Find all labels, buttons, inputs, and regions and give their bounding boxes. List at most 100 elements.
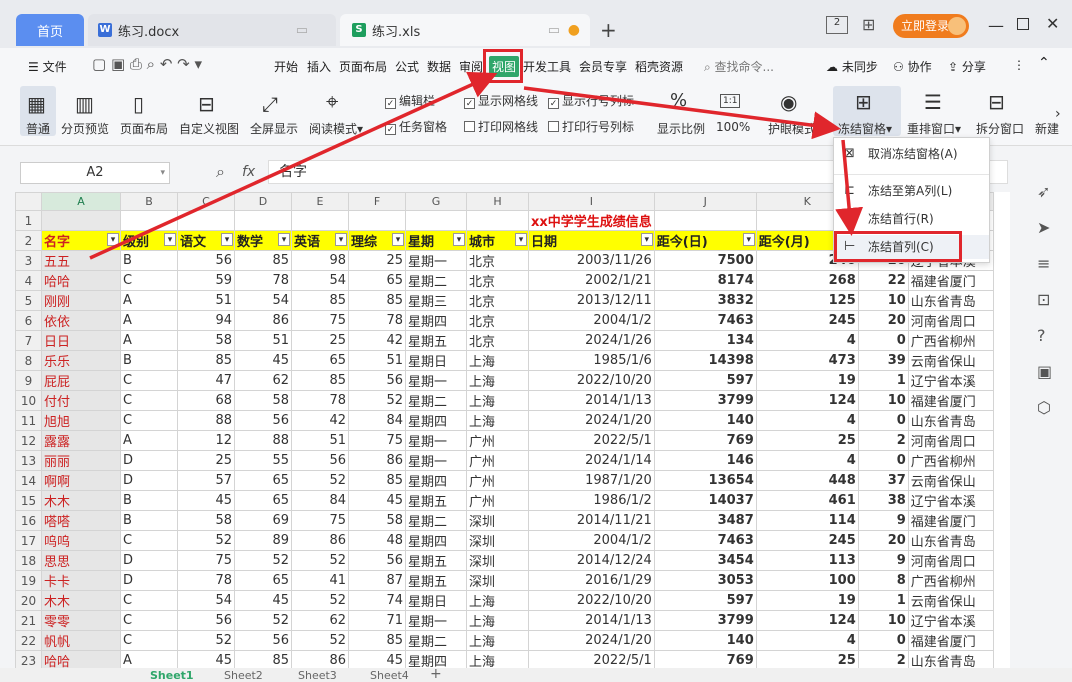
printheaders-checkbox[interactable]: 打印行号列标	[548, 118, 634, 135]
cell[interactable]	[405, 210, 467, 231]
cell[interactable]: 52	[291, 550, 349, 571]
editbar-checkbox[interactable]: ✓ 编辑栏	[385, 92, 435, 109]
tab-xls[interactable]: S 练习.xls ▭ ●	[340, 14, 590, 46]
cell[interactable]: 星期五	[405, 570, 467, 591]
cell[interactable]: 41	[291, 570, 349, 591]
cell[interactable]: A	[120, 290, 178, 311]
cell[interactable]: 星期一	[405, 250, 467, 271]
cell[interactable]: 2014/11/21	[528, 510, 655, 531]
cell[interactable]: A	[120, 650, 178, 668]
header-cell[interactable]: 距今(日) ▾	[653, 230, 757, 251]
share-button[interactable]: ⇪ 分享	[948, 58, 986, 75]
cell[interactable]: 1986/1/2	[528, 490, 655, 511]
freeze-to-col-item[interactable]: ⊏ 冻结至第A列(L)	[834, 179, 989, 203]
cell[interactable]: 20	[857, 310, 909, 331]
cell[interactable]	[177, 210, 235, 231]
name-cell[interactable]: 思思	[41, 550, 121, 571]
name-cell[interactable]: 旭旭	[41, 410, 121, 431]
cell[interactable]: 上海	[466, 630, 529, 651]
chevron-down-icon[interactable]: ▾	[160, 163, 165, 183]
cell[interactable]: 86	[291, 650, 349, 668]
cell[interactable]: C	[120, 610, 178, 631]
row-header[interactable]: 1	[15, 210, 42, 231]
cell[interactable]: C	[120, 410, 178, 431]
more-icon[interactable]: ⋮	[1013, 58, 1025, 72]
zoom-ratio-button[interactable]: 显示比例	[657, 120, 705, 137]
header-cell[interactable]: 城市 ▾	[466, 230, 529, 251]
showheaders-checkbox[interactable]: ✓ 显示行号列标	[548, 92, 634, 109]
cell[interactable]: 8174	[653, 270, 757, 291]
cell[interactable]: 星期三	[405, 290, 467, 311]
cell[interactable]: 14398	[653, 350, 757, 371]
cell[interactable]: 1987/1/20	[528, 470, 655, 491]
cell[interactable]: 2016/1/29	[528, 570, 655, 591]
cell[interactable]: 268	[755, 270, 859, 291]
filter-dropdown-icon[interactable]: ▾	[107, 233, 119, 246]
cell[interactable]: 7463	[653, 530, 757, 551]
cell[interactable]: 56	[348, 550, 406, 571]
cell[interactable]: 星期四	[405, 530, 467, 551]
cell[interactable]: 59	[177, 270, 235, 291]
sheet-tab-3[interactable]: Sheet3	[298, 669, 337, 682]
cell[interactable]: 北京	[466, 290, 529, 311]
row-header[interactable]: 19	[15, 570, 42, 591]
showgrid-checkbox[interactable]: ✓ 显示网格线	[464, 92, 538, 109]
cell[interactable]: 65	[291, 350, 349, 371]
close-icon[interactable]: ✕	[1046, 14, 1059, 33]
row-header[interactable]: 13	[15, 450, 42, 471]
cell[interactable]: 48	[348, 530, 406, 551]
fx-icon[interactable]: fx	[242, 164, 255, 180]
cell[interactable]: 辽宁省本溪	[907, 370, 994, 391]
name-cell[interactable]: 木木	[41, 490, 121, 511]
cell[interactable]: 124	[755, 390, 859, 411]
cell[interactable]: 星期五	[405, 550, 467, 571]
cell[interactable]: C	[120, 370, 178, 391]
cell[interactable]: 98	[291, 250, 349, 271]
menu-insert[interactable]: 插入	[307, 58, 331, 75]
login-button[interactable]: 立即登录	[893, 14, 969, 38]
menu-member[interactable]: 会员专享	[579, 58, 627, 75]
cell[interactable]: 星期一	[405, 370, 467, 391]
cell[interactable]: 福建省厦门	[907, 510, 994, 531]
file-menu[interactable]: ☰ 文件	[28, 58, 67, 75]
cell[interactable]: 78	[234, 270, 292, 291]
cell[interactable]: D	[120, 450, 178, 471]
cell[interactable]: 上海	[466, 410, 529, 431]
cell[interactable]: B	[120, 510, 178, 531]
cell[interactable]: 0	[857, 450, 909, 471]
cell[interactable]: 星期二	[405, 510, 467, 531]
menu-formula[interactable]: 公式	[395, 58, 419, 75]
cell[interactable]: 2003/11/26	[528, 250, 655, 271]
column-header-f[interactable]: F	[348, 192, 406, 211]
cell[interactable]: 星期四	[405, 310, 467, 331]
cell[interactable]: 146	[653, 450, 757, 471]
crop-icon[interactable]: ⊡	[1037, 290, 1050, 309]
cell[interactable]: A	[120, 330, 178, 351]
cell[interactable]	[348, 210, 406, 231]
cell[interactable]: 星期二	[405, 630, 467, 651]
name-cell[interactable]: 刚刚	[41, 290, 121, 311]
column-header-g[interactable]: G	[405, 192, 467, 211]
cell[interactable]: 85	[348, 290, 406, 311]
cell[interactable]: 39	[857, 350, 909, 371]
cell[interactable]: 2013/12/11	[528, 290, 655, 311]
cell[interactable]: 深圳	[466, 550, 529, 571]
row-header[interactable]: 17	[15, 530, 42, 551]
cell[interactable]: 4	[755, 630, 859, 651]
cell[interactable]: 62	[291, 610, 349, 631]
cell[interactable]: 124	[755, 610, 859, 631]
cell[interactable]: 广州	[466, 490, 529, 511]
cell[interactable]: 84	[291, 490, 349, 511]
cell[interactable]: 星期一	[405, 450, 467, 471]
cell[interactable]: 25	[755, 650, 859, 668]
cell[interactable]: 山东省青岛	[907, 410, 994, 431]
cell[interactable]: 深圳	[466, 530, 529, 551]
cell[interactable]: 85	[234, 650, 292, 668]
cell[interactable]: 54	[234, 290, 292, 311]
cell[interactable]: 86	[348, 450, 406, 471]
cell[interactable]: D	[120, 470, 178, 491]
filter-dropdown-icon[interactable]: ▾	[335, 233, 347, 246]
filter-dropdown-icon[interactable]: ▾	[221, 233, 233, 246]
cell[interactable]: 245	[755, 530, 859, 551]
cell[interactable]: 52	[177, 630, 235, 651]
